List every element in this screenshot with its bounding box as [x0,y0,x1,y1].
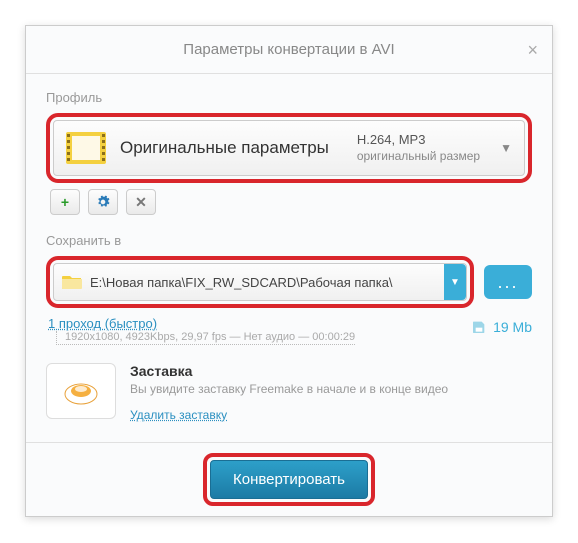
profile-highlight: Оригинальные параметры H.264, MP3 оригин… [46,113,532,183]
profile-details: H.264, MP3 оригинальный размер [357,132,480,164]
dialog-title: Параметры конвертации в AVI [183,41,394,58]
close-icon[interactable]: × [527,40,538,61]
splash-description: Вы увидите заставку Freemake в начале и … [130,382,448,396]
conversion-dialog: Параметры конвертации в AVI × Профиль Ор… [25,25,553,517]
splash-title: Заставка [130,363,448,379]
remove-splash-link[interactable]: Удалить заставку [130,408,227,422]
save-path-dropdown[interactable]: E:\Новая папка\FIX_RW_SDCARD\Рабочая пап… [53,263,467,301]
chevron-down-icon: ▼ [500,141,512,155]
splash-thumbnail [46,363,116,419]
profile-dropdown[interactable]: Оригинальные параметры H.264, MP3 оригин… [53,120,525,176]
save-label: Сохранить в [46,233,532,248]
path-chevron-down-icon[interactable]: ▼ [444,264,466,300]
profile-codec: H.264, MP3 [357,132,480,149]
profile-tools: + ✕ [50,189,532,215]
pass-link[interactable]: 1 проход (быстро) [48,316,157,331]
freemake-logo-icon [61,376,101,406]
settings-button[interactable] [88,189,118,215]
delete-profile-button[interactable]: ✕ [126,189,156,215]
splash-section: Заставка Вы увидите заставку Freemake в … [46,363,532,424]
browse-button[interactable]: ... [484,265,532,299]
add-profile-button[interactable]: + [50,189,80,215]
profile-size-mode: оригинальный размер [357,149,480,165]
profile-name: Оригинальные параметры [120,138,357,158]
estimated-size: 19 Mb [471,319,532,335]
size-text: 19 Mb [493,319,532,335]
titlebar: Параметры конвертации в AVI × [26,26,552,74]
save-path-text: E:\Новая папка\FIX_RW_SDCARD\Рабочая пап… [90,275,440,290]
path-highlight: E:\Новая папка\FIX_RW_SDCARD\Рабочая пап… [46,256,474,308]
dialog-footer: Конвертировать [26,442,552,516]
gear-icon [96,195,110,209]
folder-icon [62,274,82,290]
convert-highlight: Конвертировать [203,453,375,506]
profile-label: Профиль [46,90,532,105]
stream-info: 1920x1080, 4923Kbps, 29,97 fps — Нет ауд… [56,331,355,345]
ellipsis-icon: ... [497,272,518,293]
disk-icon [471,319,487,335]
film-icon [66,132,106,164]
convert-button[interactable]: Конвертировать [210,460,368,499]
